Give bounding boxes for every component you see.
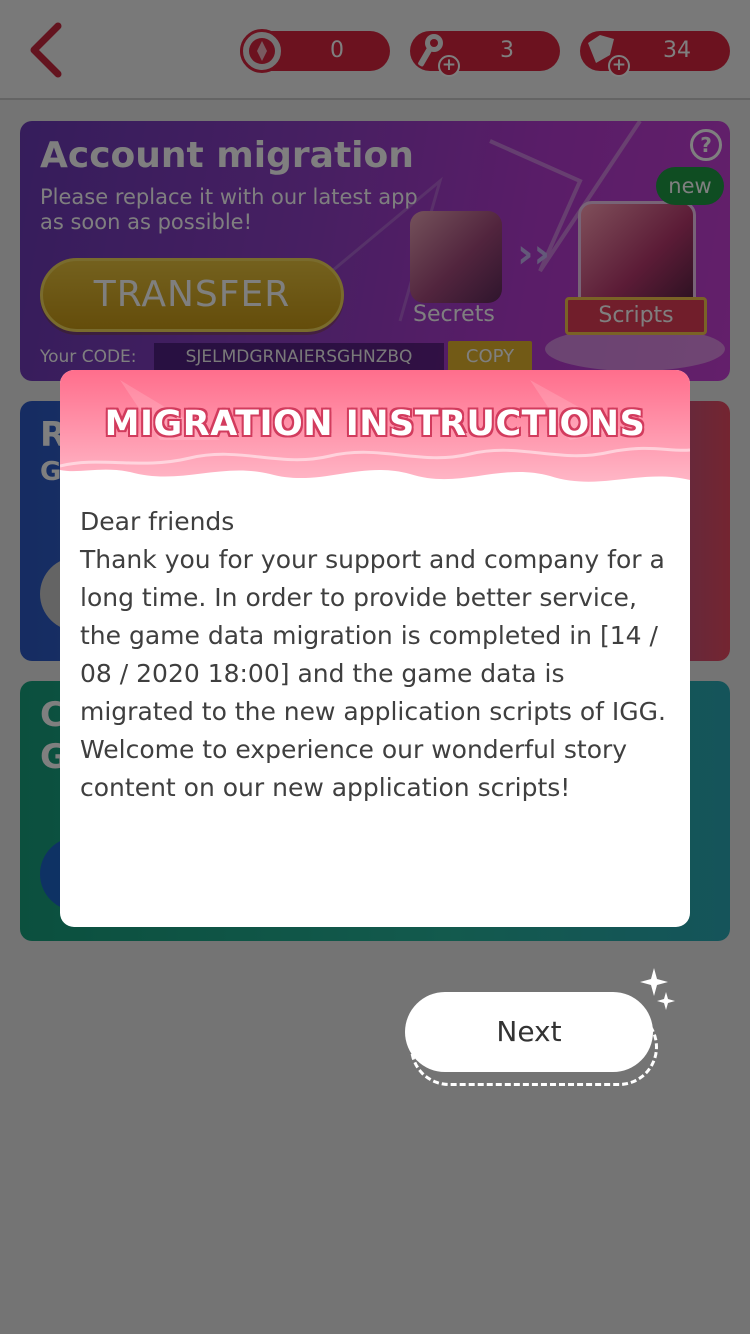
next-button[interactable]: Next [405, 992, 653, 1072]
dialog-message: Thank you for your support and company f… [80, 545, 666, 802]
dialog-body: Dear friends Thank you for your support … [80, 503, 676, 807]
dialog-greeting: Dear friends [80, 507, 235, 536]
dialog-header: MIGRATION INSTRUCTIONS [60, 370, 690, 500]
migration-instructions-dialog: MIGRATION INSTRUCTIONS Dear friends Than… [60, 370, 690, 927]
sparkle-icon [640, 968, 675, 1010]
dialog-title: MIGRATION INSTRUCTIONS [104, 404, 646, 444]
